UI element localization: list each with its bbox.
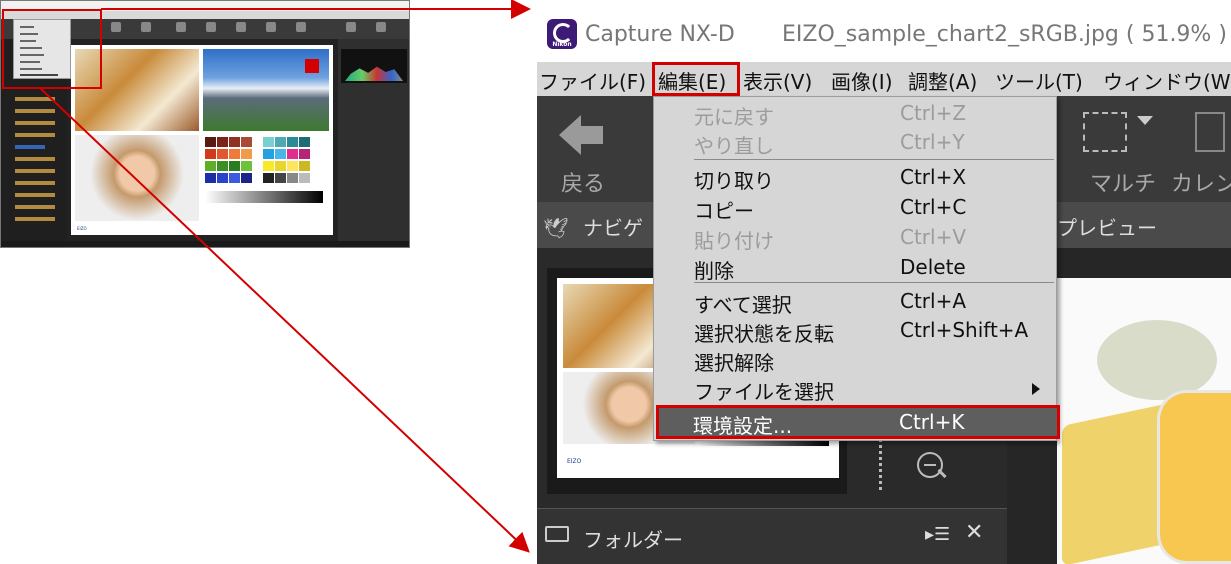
zoom-out-icon[interactable] xyxy=(917,452,943,478)
menu-item-invert-selection[interactable]: 選択状態を反転 Ctrl+Shift+A xyxy=(694,316,1054,346)
bird-icon: 🕊 xyxy=(543,216,569,240)
menu-window[interactable]: ウィンドウ(W) xyxy=(1103,66,1231,95)
menu-item-undo[interactable]: 元に戻す Ctrl+Z xyxy=(694,99,1054,129)
calendar-icon[interactable] xyxy=(1195,112,1225,152)
multi-button-label[interactable]: マルチ xyxy=(1090,166,1156,198)
zoomed-app-window: Nikon Capture NX-D EIZO_sample_chart2_sR… xyxy=(537,0,1231,564)
preview-image-detail xyxy=(1157,390,1231,564)
chevron-down-icon[interactable] xyxy=(1137,116,1153,125)
menu-item-copy[interactable]: コピー Ctrl+C xyxy=(694,193,1054,223)
close-icon[interactable]: ✕ xyxy=(965,520,983,545)
menu-tools[interactable]: ツール(T) xyxy=(995,66,1083,95)
back-arrow-icon[interactable] xyxy=(581,126,603,144)
menu-item-select-file[interactable]: ファイルを選択 xyxy=(694,374,1054,404)
capture-nx-d-logo-icon: Nikon xyxy=(547,19,577,49)
folder-panel-title[interactable]: フォルダー xyxy=(583,524,683,553)
menu-item-paste[interactable]: 貼り付け Ctrl+V xyxy=(694,223,1054,253)
preview-panel-title[interactable]: プレビュー xyxy=(1057,212,1157,241)
edit-dropdown-menu: 元に戻す Ctrl+Z やり直し Ctrl+Y 切り取り Ctrl+X コピー Ctrl… xyxy=(653,96,1057,441)
edit-menu-highlight xyxy=(652,62,740,96)
menu-view[interactable]: 表示(V) xyxy=(743,66,812,95)
file-title: EIZO_sample_chart2_sRGB.jpg ( 51.9% ) xyxy=(782,22,1227,47)
menu-item-redo[interactable]: やり直し Ctrl+Y xyxy=(694,128,1054,158)
multi-view-icon[interactable] xyxy=(1083,112,1127,152)
menu-file[interactable]: ファイル(F) xyxy=(539,66,646,95)
menu-adjust[interactable]: 調整(A) xyxy=(908,66,977,95)
back-button-label[interactable]: 戻る xyxy=(561,166,605,198)
app-title: Capture NX-D xyxy=(585,22,735,47)
menu-item-deselect[interactable]: 選択解除 xyxy=(694,345,1054,375)
folder-panel-menu-icon[interactable]: ▸☰ xyxy=(925,524,950,545)
menu-item-select-all[interactable]: すべて選択 Ctrl+A xyxy=(694,287,1054,317)
calendar-button-label[interactable]: カレン xyxy=(1171,166,1231,198)
navigator-panel-title[interactable]: ナビゲ xyxy=(583,212,643,241)
menu-separator xyxy=(694,282,1054,283)
submenu-arrow-icon xyxy=(1032,383,1040,395)
menu-item-cut[interactable]: 切り取り Ctrl+X xyxy=(694,163,1054,193)
preview-image-detail xyxy=(1097,320,1217,400)
menu-item-delete[interactable]: 削除 Delete xyxy=(694,253,1054,283)
menu-item-preferences[interactable]: 環境設定... Ctrl+K xyxy=(693,408,1053,438)
folder-icon xyxy=(545,526,569,542)
menu-separator xyxy=(694,159,1054,160)
back-arrow-icon[interactable] xyxy=(559,115,581,155)
menu-image[interactable]: 画像(I) xyxy=(831,66,893,95)
